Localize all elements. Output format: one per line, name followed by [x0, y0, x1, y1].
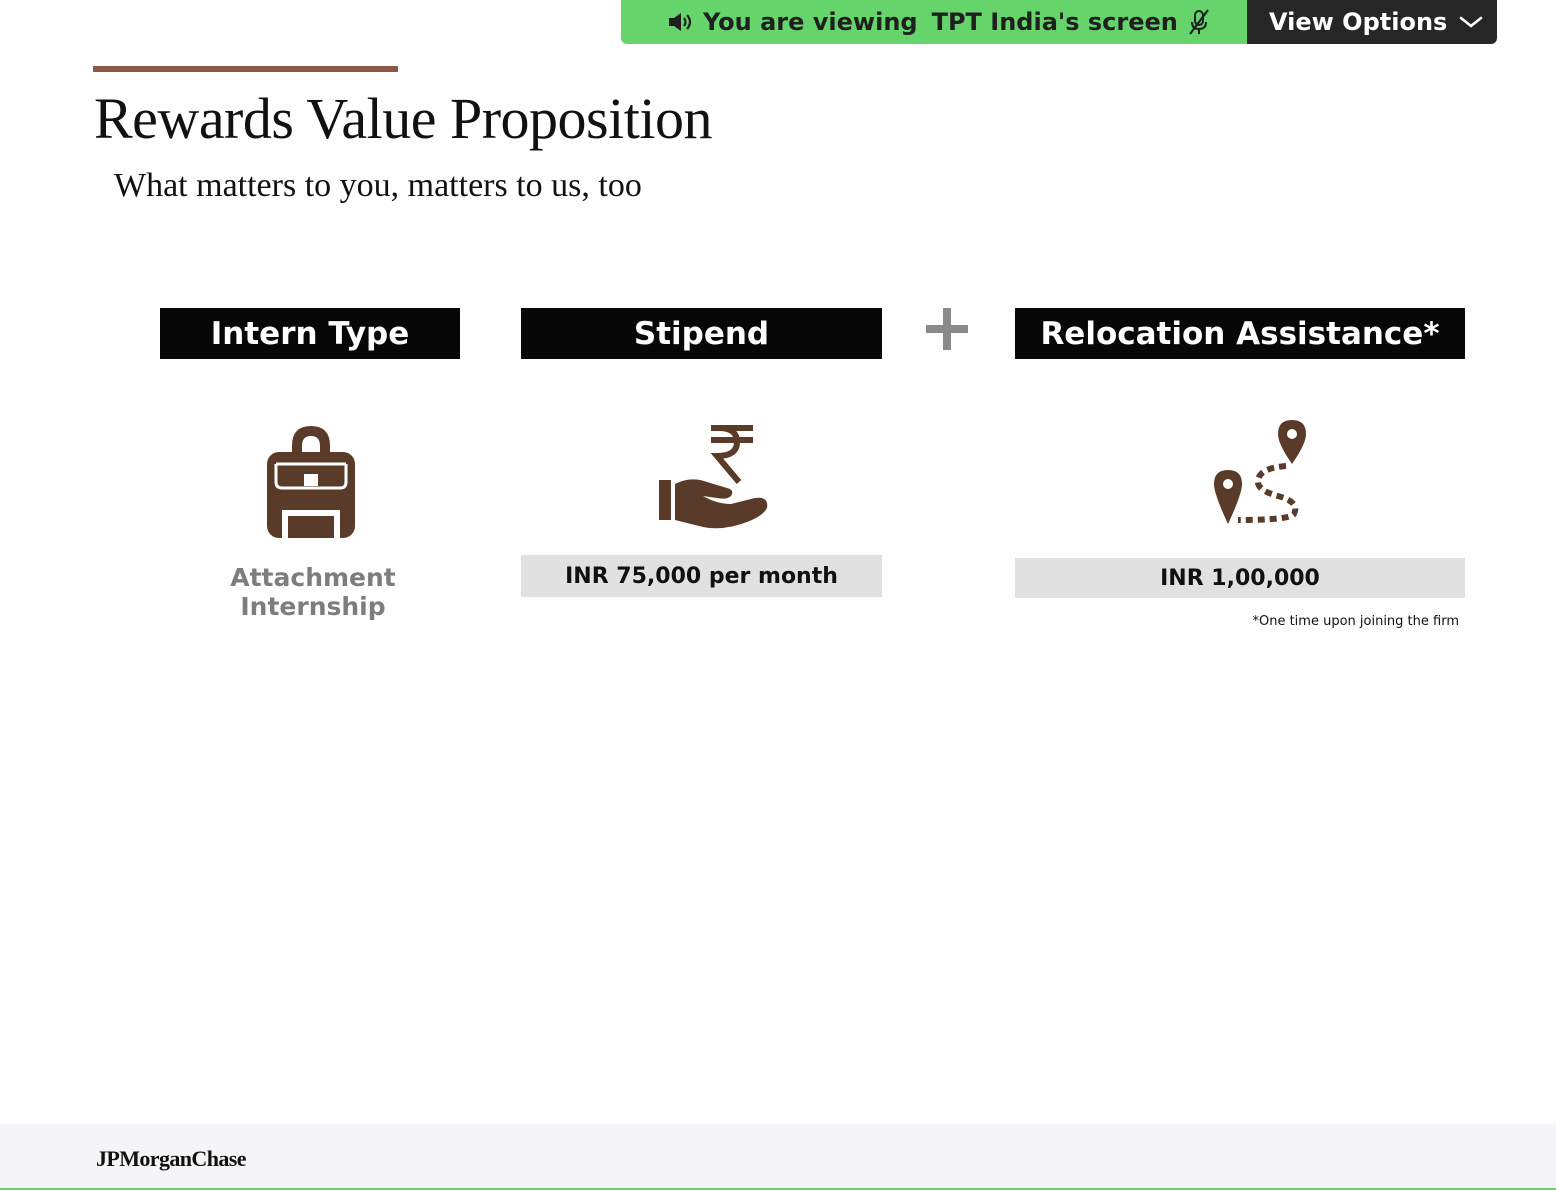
viewing-text: You are viewing: [703, 8, 918, 36]
rupee-hand-icon: [659, 425, 768, 529]
relocation-header: Relocation Assistance*: [1015, 308, 1465, 359]
view-options-label: View Options: [1269, 8, 1448, 36]
view-options-button[interactable]: View Options: [1247, 0, 1497, 44]
share-banner: You are viewing TPT India's screen: [621, 0, 1247, 44]
relocation-footnote: *One time upon joining the firm: [1252, 614, 1459, 629]
muted-mic-icon: [1186, 8, 1212, 36]
chevron-down-icon: [1459, 15, 1483, 29]
presenter-screen-name: TPT India's screen: [931, 8, 1178, 36]
relocation-value: INR 1,00,000: [1015, 558, 1465, 598]
slide-title: Rewards Value Proposition: [94, 86, 712, 151]
stipend-header: Stipend: [521, 308, 882, 359]
title-rule: [93, 66, 398, 72]
slide-subtitle: What matters to you, matters to us, too: [114, 167, 642, 204]
slide-footer: JPMorganChase: [0, 1124, 1556, 1190]
intern-type-label: Attachment Internship: [230, 563, 396, 621]
plus-icon: [926, 308, 968, 350]
speaker-icon[interactable]: [667, 11, 693, 33]
backpack-icon: [267, 426, 355, 538]
route-pins-icon: [1214, 420, 1306, 524]
stipend-value: INR 75,000 per month: [521, 555, 882, 597]
screen-share-view: You are viewing TPT India's screen View …: [0, 0, 1556, 1190]
company-logo: JPMorganChase: [96, 1146, 246, 1171]
intern-type-header: Intern Type: [160, 308, 460, 359]
